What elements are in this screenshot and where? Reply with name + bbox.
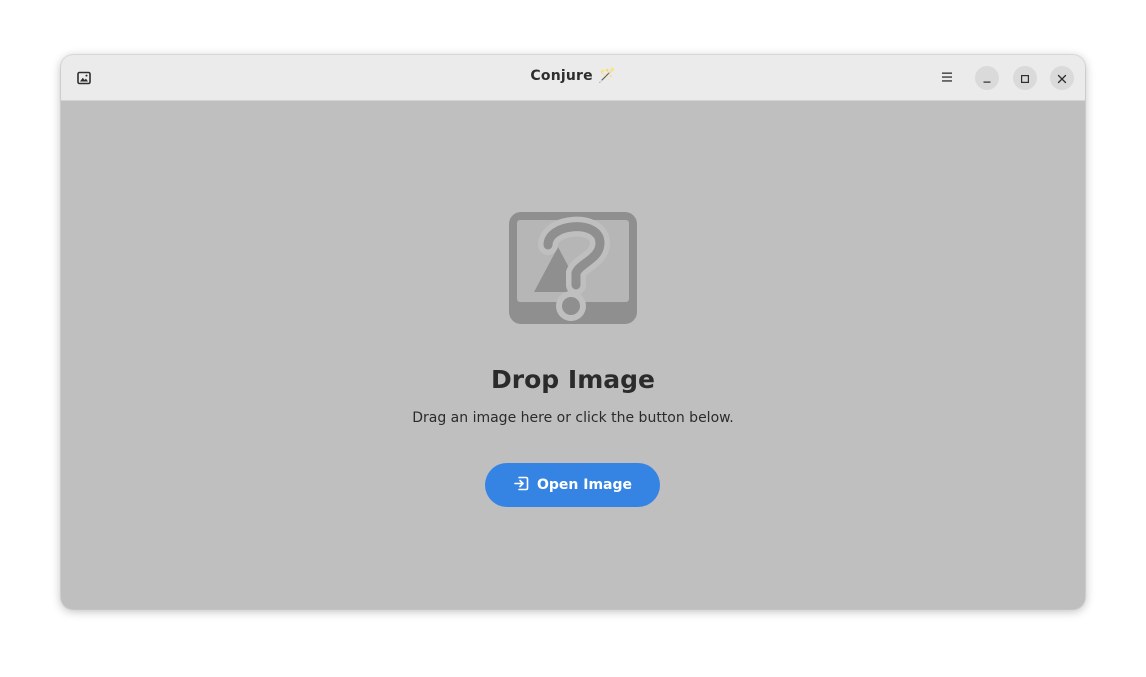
main-menu-button[interactable]	[933, 66, 961, 90]
hamburger-menu-icon	[940, 69, 954, 88]
magic-wand-emoji: 🪄	[597, 68, 616, 84]
window-title-text: Conjure	[530, 68, 593, 84]
close-icon	[1057, 69, 1067, 88]
window-title: Conjure 🪄	[61, 68, 1085, 84]
app-window: Conjure 🪄 Drop Image Drag an image here …	[61, 55, 1085, 609]
header-bar: Conjure 🪄	[61, 55, 1085, 101]
maximize-icon	[1020, 69, 1030, 88]
document-open-icon	[513, 475, 530, 496]
image-missing-icon	[508, 211, 638, 326]
status-description: Drag an image here or click the button b…	[412, 410, 734, 426]
close-button[interactable]	[1050, 66, 1074, 90]
open-image-button[interactable]: Open Image	[485, 463, 660, 507]
drop-area[interactable]: Drop Image Drag an image here or click t…	[61, 101, 1085, 609]
status-title: Drop Image	[491, 365, 655, 394]
minimize-button[interactable]	[975, 66, 999, 90]
open-image-label: Open Image	[536, 477, 633, 493]
maximize-button[interactable]	[1013, 66, 1037, 90]
minimize-icon	[982, 69, 992, 88]
